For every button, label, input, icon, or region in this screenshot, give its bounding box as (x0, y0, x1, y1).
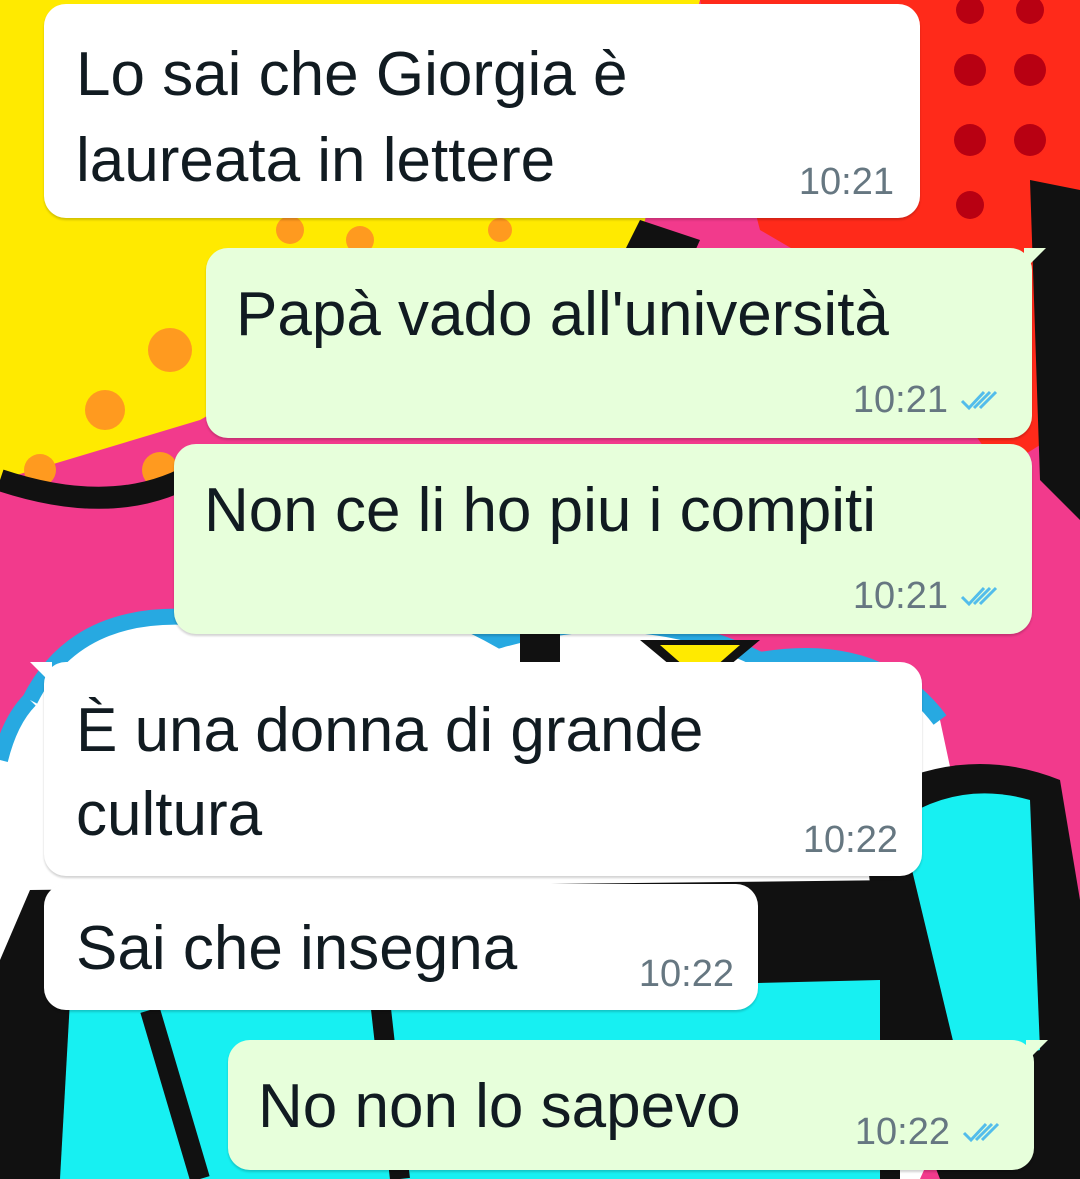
message-text: cultura (76, 780, 263, 849)
bubble-tail (1024, 248, 1046, 270)
message-text: Non ce li ho piu i compiti (204, 476, 876, 545)
double-check-icon (962, 1111, 1004, 1154)
message-text: È una donna di grande (76, 696, 704, 765)
message-text: laureata in lettere (76, 126, 556, 195)
message-bubble-incoming[interactable]: Lo sai che Giorgia è laureata in lettere… (44, 4, 920, 218)
double-check-icon (960, 575, 1002, 618)
message-meta: 10:21 (853, 575, 1002, 618)
bubble-tail (1026, 1040, 1048, 1062)
message-bubble-outgoing[interactable]: Non ce li ho piu i compiti 10:21 (174, 444, 1032, 634)
double-check-icon (960, 379, 1002, 422)
message-bubble-incoming[interactable]: Sai che insegna 10:22 (44, 884, 758, 1010)
message-timestamp: 10:21 (852, 575, 948, 617)
message-meta: 10:22 (855, 1111, 1004, 1154)
message-text: Sai che insegna (76, 914, 518, 983)
message-text: No non lo sapevo (258, 1072, 741, 1141)
message-timestamp: 10:21 (798, 161, 894, 203)
message-meta: 10:21 (853, 379, 1002, 422)
message-bubble-outgoing[interactable]: Papà vado all'università 10:21 (206, 248, 1046, 438)
message-timestamp: 10:21 (852, 379, 948, 421)
message-time: 10:22 (803, 819, 898, 862)
message-timestamp: 10:22 (802, 819, 898, 861)
message-bubble-outgoing[interactable]: No non lo sapevo 10:22 (228, 1040, 1048, 1170)
message-timestamp: 10:22 (854, 1111, 950, 1153)
bubble-tail (30, 662, 52, 684)
message-text: Papà vado all'università (236, 280, 889, 349)
message-time: 10:22 (639, 953, 734, 996)
message-text: Lo sai che Giorgia è (76, 40, 628, 109)
message-bubble-incoming[interactable]: È una donna di grande cultura 10:22 (30, 662, 922, 876)
message-timestamp: 10:22 (638, 953, 734, 995)
message-time: 10:21 (799, 161, 894, 204)
